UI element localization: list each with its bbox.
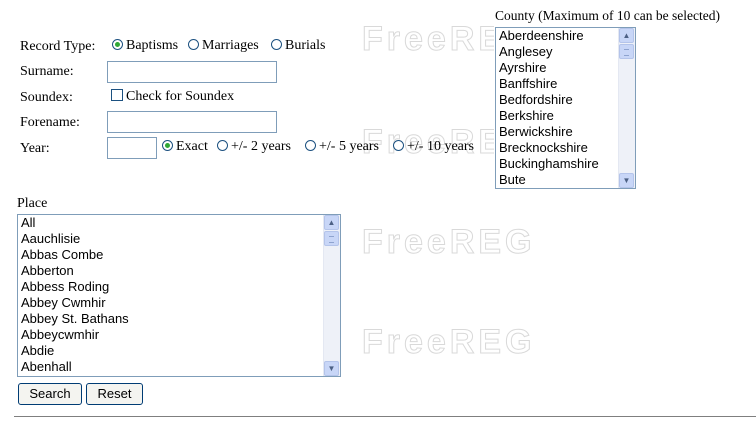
scroll-up-arrow-icon[interactable]: ▲ [324,215,339,230]
scroll-down-arrow-icon[interactable]: ▼ [619,173,634,188]
year-input[interactable] [107,137,157,159]
list-item[interactable]: Brecknockshire [499,140,635,156]
place-listbox[interactable]: All Aauchlisie Abbas Combe Abberton Abbe… [17,214,341,377]
forename-input[interactable] [107,111,277,133]
record-type-burials[interactable]: Burials [271,38,325,54]
watermark: FreeREG [362,223,536,262]
scroll-down-arrow-icon[interactable]: ▼ [324,361,339,376]
list-item[interactable]: Ayrshire [499,60,635,76]
radio-button-selected[interactable] [112,39,123,50]
list-item[interactable]: Bute [499,172,635,188]
list-item[interactable]: Bedfordshire [499,92,635,108]
radio-button[interactable] [271,39,282,50]
county-label: County (Maximum of 10 can be selected) [495,8,720,23]
year-plus-minus-5[interactable]: +/- 5 years [305,139,379,155]
watermark: FreeREG [362,20,494,59]
list-item[interactable]: Abenhall [21,359,340,375]
search-button[interactable]: Search [18,383,82,405]
list-item[interactable]: Abdie [21,343,340,359]
year-plus-minus-2[interactable]: +/- 2 years [217,139,291,155]
county-scrollbar[interactable]: ▲ ▼ [618,28,635,188]
list-item[interactable]: Banffshire [499,76,635,92]
county-list: Aberdeenshire Anglesey Ayrshire Banffshi… [496,28,635,188]
radio-button[interactable] [305,140,316,151]
scroll-thumb[interactable] [619,44,634,59]
radio-button[interactable] [217,140,228,151]
horizontal-divider [14,416,756,417]
soundex-label: Soundex: [20,90,73,105]
list-item[interactable]: Anglesey [499,44,635,60]
scroll-thumb[interactable] [324,231,339,246]
scroll-up-arrow-icon[interactable]: ▲ [619,28,634,43]
forename-label: Forename: [20,115,80,130]
radio-button-selected[interactable] [162,140,173,151]
list-item[interactable]: Abberton [21,263,340,279]
year-exact[interactable]: Exact [162,139,208,155]
soundex-checkbox[interactable] [111,89,123,101]
record-type-baptisms[interactable]: Baptisms [112,38,178,54]
list-item[interactable]: Abbey St. Bathans [21,311,340,327]
place-label: Place [17,196,48,211]
reset-button[interactable]: Reset [86,383,143,405]
surname-input[interactable] [107,61,277,83]
place-list: All Aauchlisie Abbas Combe Abberton Abbe… [18,215,340,375]
list-item[interactable]: Buckinghamshire [499,156,635,172]
list-item[interactable]: Berkshire [499,108,635,124]
list-item[interactable]: Berwickshire [499,124,635,140]
watermark: FreeREG [362,323,536,362]
place-scrollbar[interactable]: ▲ ▼ [323,215,340,376]
list-item[interactable]: Abbess Roding [21,279,340,295]
list-item[interactable]: Aauchlisie [21,231,340,247]
surname-label: Surname: [20,64,74,79]
list-item[interactable]: Abbeycwmhir [21,327,340,343]
county-listbox[interactable]: Aberdeenshire Anglesey Ayrshire Banffshi… [495,27,636,189]
radio-button[interactable] [188,39,199,50]
radio-button[interactable] [393,140,404,151]
record-type-label: Record Type: [20,39,96,54]
soundex-option[interactable]: Check for Soundex [111,89,234,105]
year-label: Year: [20,141,50,156]
list-item[interactable]: Abbey Cwmhir [21,295,340,311]
list-item[interactable]: Abbas Combe [21,247,340,263]
year-plus-minus-10[interactable]: +/- 10 years [393,139,474,155]
list-item[interactable]: Aberdeenshire [499,28,635,44]
list-item[interactable]: All [21,215,340,231]
record-type-marriages[interactable]: Marriages [188,38,259,54]
